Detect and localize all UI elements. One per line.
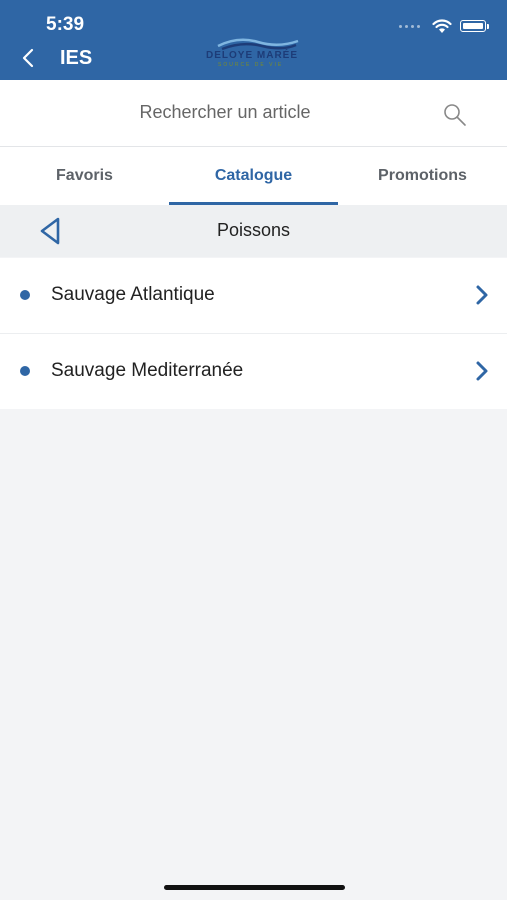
bullet-icon: [20, 366, 30, 376]
list-item-label: Sauvage Mediterranée: [51, 360, 244, 381]
signal-icon: [399, 24, 420, 28]
search-icon: [444, 104, 466, 126]
category-title: Poissons: [216, 220, 291, 240]
bullet-icon: [20, 290, 30, 300]
list-item[interactable]: Sauvage Mediterranée: [0, 334, 507, 409]
list-item[interactable]: Sauvage Atlantique: [0, 258, 507, 334]
chevron-right-icon: [476, 361, 488, 381]
search-bar: [0, 80, 507, 147]
breadcrumb: Poissons: [0, 205, 507, 257]
chevron-right-icon: [476, 285, 488, 305]
tab-promotions[interactable]: Promotions: [338, 147, 507, 205]
search-input[interactable]: [20, 90, 420, 134]
battery-icon: [460, 20, 486, 32]
page-title: IES: [60, 47, 93, 69]
tab-catalogue[interactable]: Catalogue: [169, 147, 338, 205]
app-header: 5:39 IES DELOYE MARÉE SOURCE DE VIE: [0, 0, 507, 80]
search-button[interactable]: [440, 100, 470, 130]
tab-bar: Favoris Catalogue Promotions: [0, 147, 507, 205]
tab-favoris[interactable]: Favoris: [0, 147, 169, 205]
category-list: Sauvage Atlantique Sauvage Mediterranée: [0, 258, 507, 409]
logo-text: DELOYE MARÉE: [206, 50, 299, 61]
back-button[interactable]: [14, 44, 42, 72]
home-indicator[interactable]: [164, 885, 345, 890]
logo-subtext: SOURCE DE VIE: [218, 62, 284, 68]
status-time: 5:39: [46, 14, 85, 35]
list-item-label: Sauvage Atlantique: [51, 284, 215, 305]
brand-logo: DELOYE MARÉE SOURCE DE VIE: [198, 36, 308, 72]
chevron-left-icon: [22, 48, 34, 68]
status-icons: [399, 17, 489, 35]
wifi-icon: [432, 18, 452, 33]
